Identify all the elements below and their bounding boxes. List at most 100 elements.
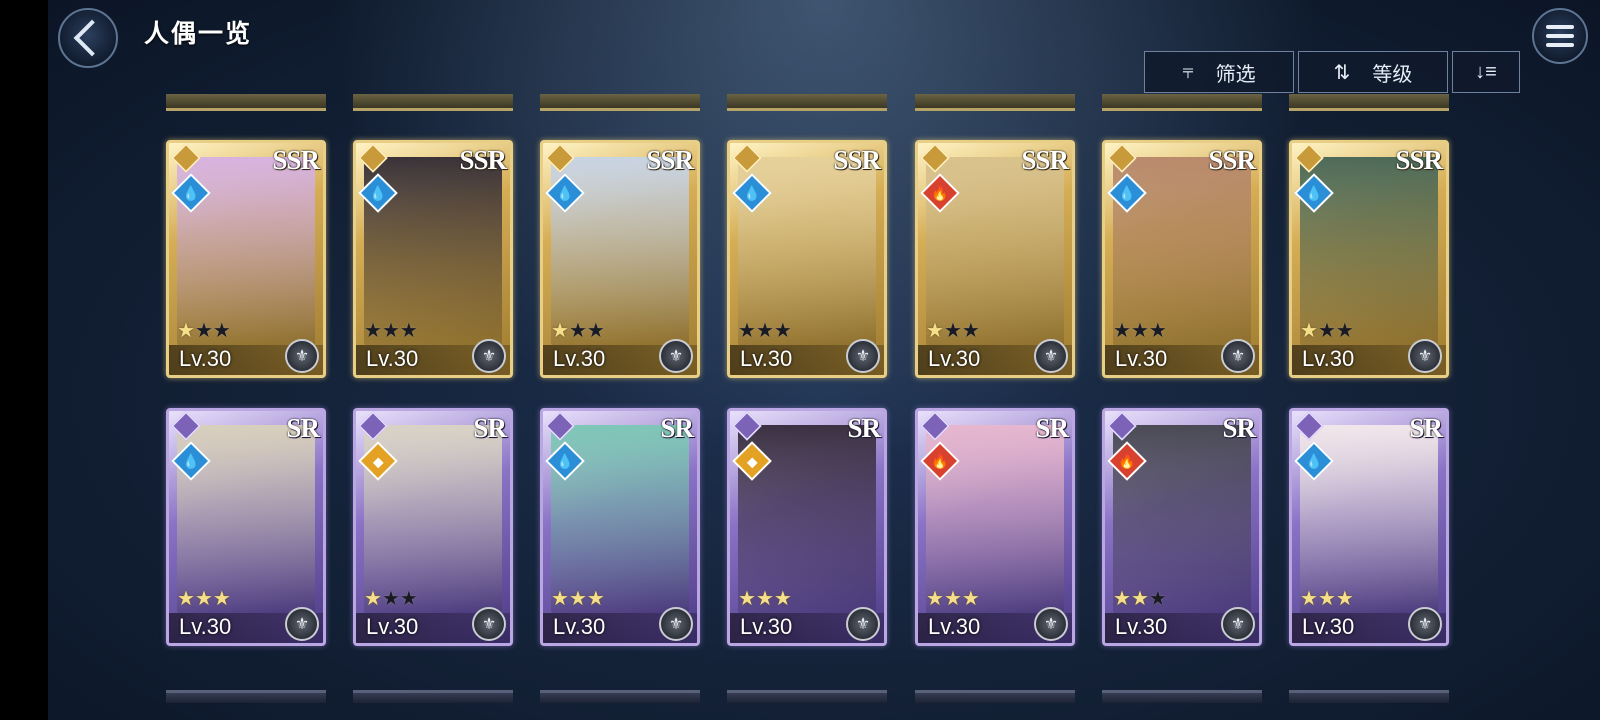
- star-filled-icon: ★: [1335, 588, 1354, 610]
- level-label: Lv.30: [740, 346, 793, 371]
- partial-doll-card[interactable]: [1289, 690, 1449, 703]
- star-empty-icon: ★: [943, 320, 962, 342]
- partial-doll-card[interactable]: [915, 690, 1075, 703]
- wing-emblem-icon: ⚜: [1408, 607, 1442, 641]
- star-empty-icon: ★: [568, 320, 587, 342]
- sort-arrows-icon: ⇅: [1333, 61, 1351, 84]
- star-empty-icon: ★: [738, 320, 756, 342]
- wing-emblem-icon: ⚜: [285, 339, 319, 373]
- doll-card[interactable]: SSR 💧 ★★★ Lv.30 ⚜: [727, 140, 887, 378]
- star-filled-icon: ★: [364, 588, 382, 610]
- doll-card[interactable]: SSR 🔥 ★★★ Lv.30 ⚜: [915, 140, 1075, 378]
- star-empty-icon: ★: [1317, 320, 1336, 342]
- rarity-label: SSR: [833, 145, 881, 175]
- star-empty-icon: ★: [364, 320, 382, 342]
- partial-doll-card[interactable]: [727, 94, 887, 111]
- star-filled-icon: ★: [961, 588, 980, 610]
- partial-doll-card[interactable]: [915, 94, 1075, 111]
- doll-card[interactable]: SSR 💧 ★★★ Lv.30 ⚜: [540, 140, 700, 378]
- doll-card[interactable]: SSR 💧 ★★★ Lv.30 ⚜: [353, 140, 513, 378]
- doll-card[interactable]: SSR 💧 ★★★ Lv.30 ⚜: [166, 140, 326, 378]
- filter-icon: ⫧: [1182, 60, 1194, 83]
- rarity-label: SSR: [459, 145, 507, 175]
- wing-emblem-icon: ⚜: [285, 607, 319, 641]
- star-rating: ★★★: [738, 318, 792, 343]
- partial-doll-card[interactable]: [727, 690, 887, 703]
- star-rating: ★★★: [551, 586, 605, 611]
- star-rating: ★★★: [1300, 586, 1354, 611]
- partial-doll-card[interactable]: [166, 690, 326, 703]
- partial-doll-card[interactable]: [166, 94, 326, 111]
- wing-emblem-icon: ⚜: [1034, 607, 1068, 641]
- wing-emblem-icon: ⚜: [846, 339, 880, 373]
- wing-emblem-icon: ⚜: [1034, 339, 1068, 373]
- star-rating: ★★★: [177, 318, 231, 343]
- rarity-label: SR: [847, 413, 881, 443]
- star-filled-icon: ★: [177, 588, 195, 610]
- rarity-label: SR: [1222, 413, 1256, 443]
- back-arrow-icon: [73, 19, 111, 57]
- star-filled-icon: ★: [551, 320, 569, 342]
- doll-card[interactable]: SR 🔥 ★★★ Lv.30 ⚜: [1102, 408, 1262, 646]
- star-rating: ★★★: [551, 318, 605, 343]
- wing-emblem-icon: ⚜: [1221, 607, 1255, 641]
- sort-level-button[interactable]: ⇅ 等级: [1298, 51, 1448, 93]
- star-empty-icon: ★: [381, 320, 400, 342]
- doll-card[interactable]: SR 💧 ★★★ Lv.30 ⚜: [166, 408, 326, 646]
- star-empty-icon: ★: [381, 588, 400, 610]
- doll-card[interactable]: SR 🔥 ★★★ Lv.30 ⚜: [915, 408, 1075, 646]
- star-empty-icon: ★: [1148, 588, 1167, 610]
- sort-descending-icon: ↓≡: [1475, 60, 1497, 83]
- partial-doll-card[interactable]: [1289, 94, 1449, 111]
- star-rating: ★★★: [926, 318, 980, 343]
- doll-card[interactable]: SR ◆ ★★★ Lv.30 ⚜: [727, 408, 887, 646]
- menu-button[interactable]: [1532, 8, 1588, 64]
- back-button[interactable]: [58, 8, 118, 68]
- star-filled-icon: ★: [1317, 588, 1336, 610]
- rarity-label: SR: [286, 413, 320, 443]
- partial-doll-card[interactable]: [540, 690, 700, 703]
- level-label: Lv.30: [366, 614, 419, 639]
- star-empty-icon: ★: [1148, 320, 1167, 342]
- partial-doll-card[interactable]: [353, 94, 513, 111]
- doll-card[interactable]: SSR 💧 ★★★ Lv.30 ⚜: [1289, 140, 1449, 378]
- level-label: Lv.30: [179, 614, 232, 639]
- star-filled-icon: ★: [212, 588, 231, 610]
- filter-button[interactable]: ⫧ 筛选: [1144, 51, 1294, 93]
- star-rating: ★★★: [926, 586, 980, 611]
- wing-emblem-icon: ⚜: [472, 607, 506, 641]
- star-rating: ★★★: [364, 318, 418, 343]
- partial-doll-card[interactable]: [540, 94, 700, 111]
- level-label: Lv.30: [928, 346, 981, 371]
- level-label: Lv.30: [928, 614, 981, 639]
- star-filled-icon: ★: [1113, 588, 1131, 610]
- star-empty-icon: ★: [773, 320, 792, 342]
- rarity-label: SSR: [1208, 145, 1256, 175]
- doll-card[interactable]: SR 💧 ★★★ Lv.30 ⚜: [1289, 408, 1449, 646]
- star-filled-icon: ★: [773, 588, 792, 610]
- level-label: Lv.30: [1302, 346, 1355, 371]
- partial-doll-card[interactable]: [1102, 690, 1262, 703]
- star-empty-icon: ★: [586, 320, 605, 342]
- partial-doll-card[interactable]: [353, 690, 513, 703]
- star-empty-icon: ★: [212, 320, 231, 342]
- star-filled-icon: ★: [568, 588, 587, 610]
- rarity-label: SSR: [272, 145, 320, 175]
- level-label: Lv.30: [740, 614, 793, 639]
- wing-emblem-icon: ⚜: [659, 339, 693, 373]
- rarity-label: SSR: [1395, 145, 1443, 175]
- doll-card[interactable]: SR 💧 ★★★ Lv.30 ⚜: [540, 408, 700, 646]
- rarity-label: SR: [660, 413, 694, 443]
- star-filled-icon: ★: [551, 588, 569, 610]
- sort-order-button[interactable]: ↓≡: [1452, 51, 1520, 93]
- level-label: Lv.30: [366, 346, 419, 371]
- doll-card[interactable]: SR ◆ ★★★ Lv.30 ⚜: [353, 408, 513, 646]
- star-filled-icon: ★: [177, 320, 195, 342]
- star-filled-icon: ★: [1300, 588, 1318, 610]
- wing-emblem-icon: ⚜: [472, 339, 506, 373]
- star-filled-icon: ★: [755, 588, 774, 610]
- wing-emblem-icon: ⚜: [659, 607, 693, 641]
- partial-doll-card[interactable]: [1102, 94, 1262, 111]
- doll-card[interactable]: SSR 💧 ★★★ Lv.30 ⚜: [1102, 140, 1262, 378]
- level-label: Lv.30: [1115, 614, 1168, 639]
